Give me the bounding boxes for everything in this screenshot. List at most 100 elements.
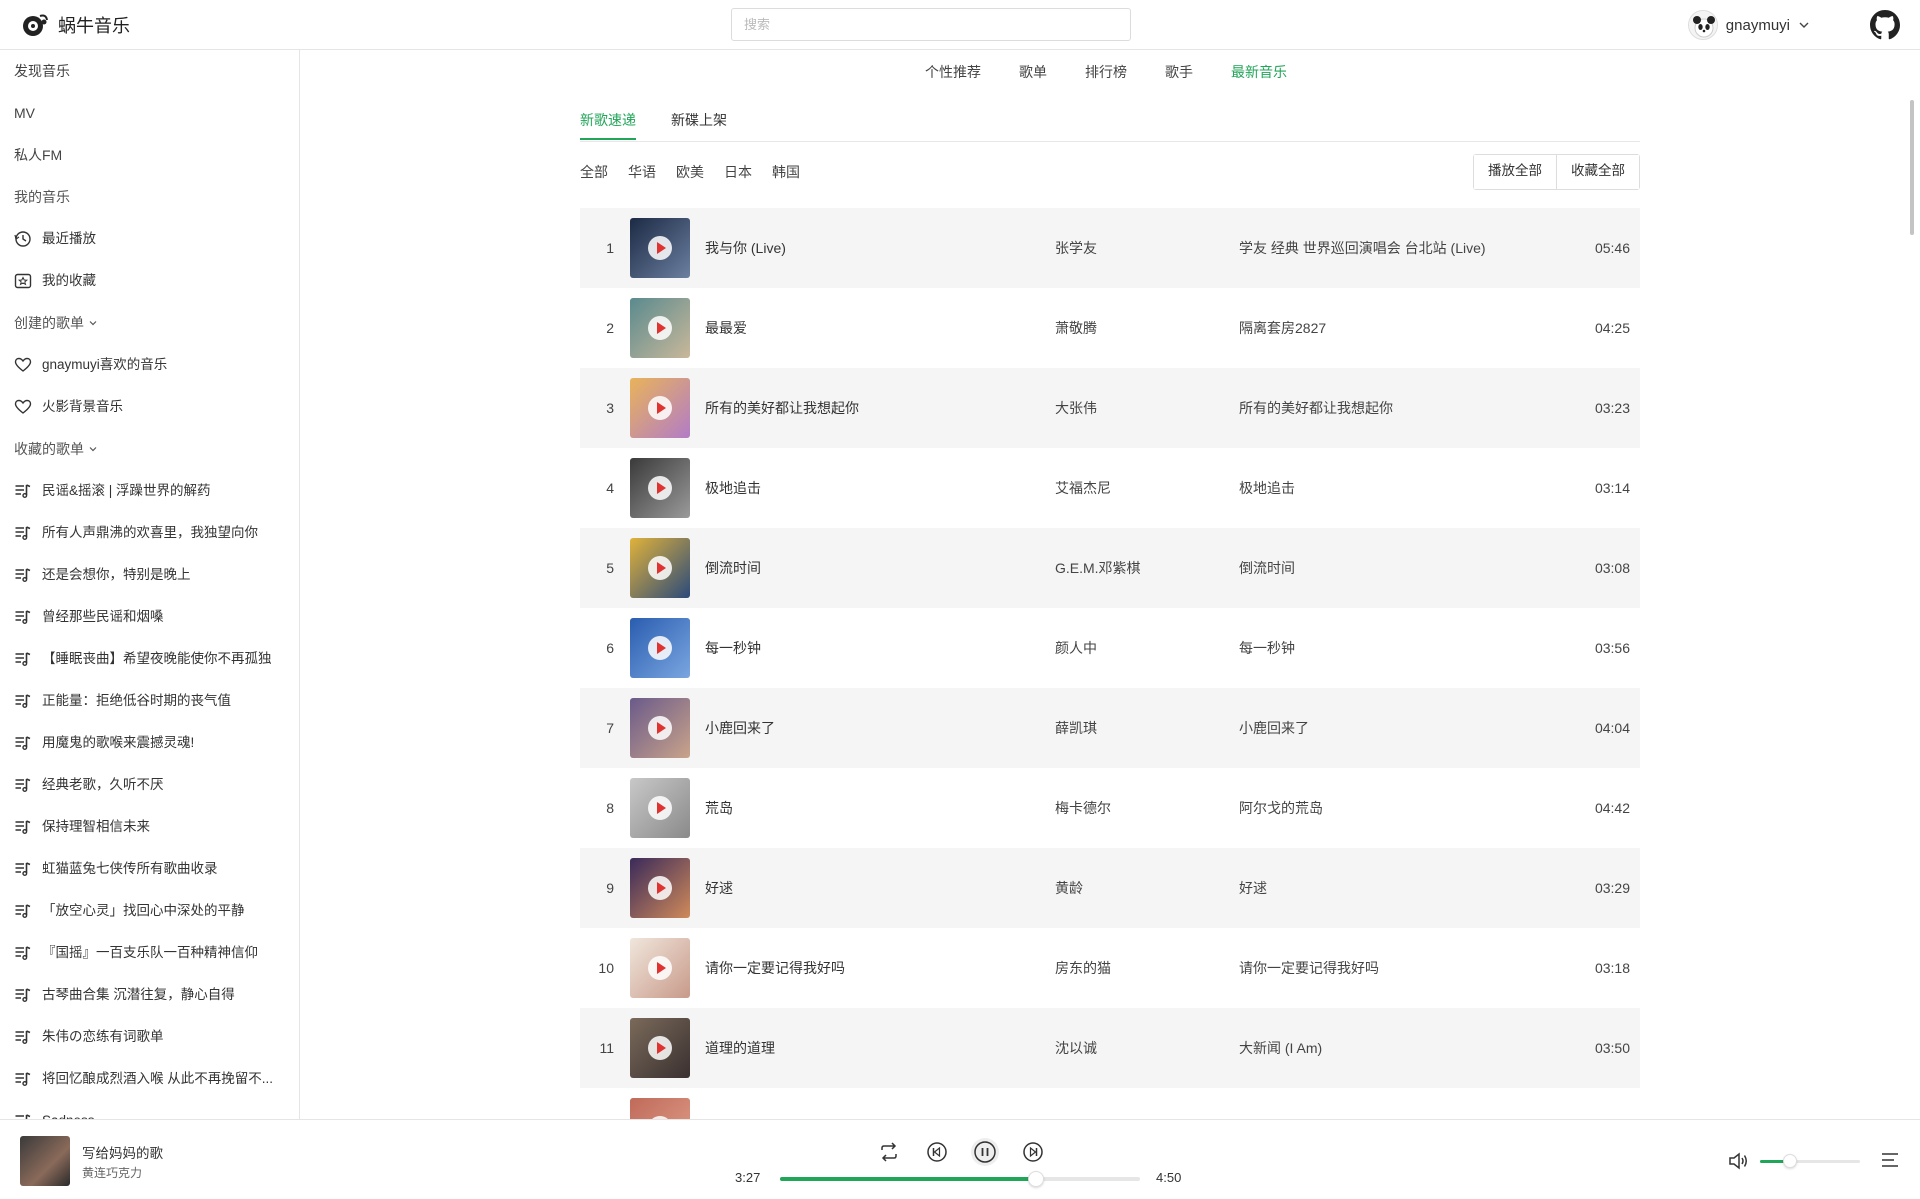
region-all[interactable]: 全部 [580,162,608,182]
song-artist[interactable]: 艾福杰尼 [1055,448,1111,528]
album-cover[interactable] [630,938,690,998]
album-cover[interactable] [630,698,690,758]
region-japan[interactable]: 日本 [724,162,752,182]
volume-icon[interactable] [1727,1150,1749,1172]
progress-slider[interactable] [780,1171,1140,1187]
tab-new-albums[interactable]: 新碟上架 [671,110,727,138]
sidebar-item-playlist[interactable]: 用魔鬼的歌喉来震撼灵魂! [14,722,286,764]
sidebar-item-favorites[interactable]: 我的收藏 [14,260,286,302]
tab-charts[interactable]: 排行榜 [1085,62,1127,82]
song-album[interactable]: 学友 经典 世界巡回演唱会 台北站 (Live) [1239,208,1486,288]
tab-recommend[interactable]: 个性推荐 [925,62,981,82]
song-name[interactable]: 好逑 [705,848,733,928]
sidebar-item-playlist[interactable]: 将回忆酿成烈酒入喉 从此不再挽留不... [14,1058,286,1100]
song-name[interactable]: 请你一定要记得我好吗 [705,928,845,1008]
collect-all-button[interactable]: 收藏全部 [1556,155,1639,189]
progress-handle[interactable] [1027,1171,1044,1187]
previous-button[interactable] [923,1138,951,1166]
song-row[interactable]: 7 小鹿回来了 薛凯琪 小鹿回来了 04:04 [580,688,1640,768]
song-row[interactable]: 6 每一秒钟 颜人中 每一秒钟 03:56 [580,608,1640,688]
sidebar-item-playlist[interactable]: 「放空心灵」找回心中深处的平静 [14,890,286,932]
song-album[interactable]: 倒流时间 [1239,528,1295,608]
sidebar-item-playlist[interactable]: 『国摇』一百支乐队一百种精神信仰 [14,932,286,974]
tab-playlists[interactable]: 歌单 [1019,62,1047,82]
sidebar-item-fm[interactable]: 私人FM [14,134,286,176]
app-logo[interactable]: 蜗牛音乐 [20,10,130,40]
sidebar-item-recent[interactable]: 最近播放 [14,218,286,260]
play-icon[interactable] [648,556,672,580]
song-artist[interactable]: 大张伟 [1055,368,1097,448]
region-western[interactable]: 欧美 [676,162,704,182]
pause-button[interactable] [971,1138,999,1166]
song-row[interactable] [580,1088,1640,1120]
play-icon[interactable] [648,1036,672,1060]
song-album[interactable]: 阿尔戈的荒岛 [1239,768,1323,848]
song-row[interactable]: 2 最最爱 萧敬腾 隔离套房2827 04:25 [580,288,1640,368]
song-name[interactable]: 最最爱 [705,288,747,368]
song-row[interactable]: 9 好逑 黄龄 好逑 03:29 [580,848,1640,928]
song-name[interactable]: 每一秒钟 [705,608,761,688]
song-album[interactable]: 隔离套房2827 [1239,288,1326,368]
album-cover[interactable] [630,378,690,438]
song-artist[interactable]: 沈以诚 [1055,1008,1097,1088]
song-name[interactable]: 倒流时间 [705,528,761,608]
song-artist[interactable]: 房东的猫 [1055,928,1111,1008]
play-icon[interactable] [648,476,672,500]
playlist-icon[interactable] [1880,1150,1900,1170]
sidebar-item-playlist[interactable]: gnaymuyi喜欢的音乐 [14,344,286,386]
chevron-down-icon[interactable] [1798,19,1810,31]
song-row[interactable]: 8 荒岛 梅卡德尔 阿尔戈的荒岛 04:42 [580,768,1640,848]
song-row[interactable]: 3 所有的美好都让我想起你 大张伟 所有的美好都让我想起你 03:23 [580,368,1640,448]
tab-artists[interactable]: 歌手 [1165,62,1193,82]
sidebar-item-playlist[interactable]: 【睡眠丧曲】希望夜晚能使你不再孤独 [14,638,286,680]
song-album[interactable]: 极地追击 [1239,448,1295,528]
album-cover[interactable] [630,298,690,358]
sidebar-item-playlist[interactable]: 朱伟の恋练有词歌单 [14,1016,286,1058]
song-album[interactable]: 每一秒钟 [1239,608,1295,688]
now-playing-artist[interactable]: 黄连巧克力 [82,1164,142,1181]
song-row[interactable]: 4 极地追击 艾福杰尼 极地追击 03:14 [580,448,1640,528]
sidebar-item-playlist[interactable]: 虹猫蓝兔七侠传所有歌曲收录 [14,848,286,890]
avatar[interactable] [1687,10,1718,40]
song-row[interactable]: 1 我与你 (Live) 张学友 学友 经典 世界巡回演唱会 台北站 (Live) 05… [580,208,1640,288]
album-cover[interactable] [630,218,690,278]
sidebar-item-playlist[interactable]: 曾经那些民谣和烟嗓 [14,596,286,638]
sidebar-item-mv[interactable]: MV [14,92,286,134]
song-row[interactable]: 10 请你一定要记得我好吗 房东的猫 请你一定要记得我好吗 03:18 [580,928,1640,1008]
song-album[interactable]: 小鹿回来了 [1239,688,1309,768]
sidebar-item-playlist[interactable]: 古琴曲合集 沉潜往复，静心自得 [14,974,286,1016]
sidebar-item-playlist[interactable]: 还是会想你，特别是晚上 [14,554,286,596]
album-cover[interactable] [630,1018,690,1078]
sidebar-item-playlist[interactable]: Sadness [14,1100,286,1119]
region-korea[interactable]: 韩国 [772,162,800,182]
song-row[interactable]: 11 道理的道理 沈以诚 大新闻 (I Am) 03:50 [580,1008,1640,1088]
play-icon[interactable] [648,396,672,420]
song-artist[interactable]: 颜人中 [1055,608,1097,688]
username[interactable]: gnaymuyi [1726,17,1790,34]
song-artist[interactable]: 黄龄 [1055,848,1083,928]
sidebar-section-created[interactable]: 创建的歌单 [14,302,286,344]
play-icon[interactable] [648,316,672,340]
song-artist[interactable]: 薛凯琪 [1055,688,1097,768]
play-icon[interactable] [648,716,672,740]
sidebar-section-collected[interactable]: 收藏的歌单 [14,428,286,470]
album-cover[interactable] [630,1098,690,1120]
sidebar-item-playlist[interactable]: 民谣&摇滚 | 浮躁世界的解药 [14,470,286,512]
play-all-button[interactable]: 播放全部 [1474,155,1556,189]
sidebar-item-playlist[interactable]: 所有人声鼎沸的欢喜里，我独望向你 [14,512,286,554]
sidebar-item-discover[interactable]: 发现音乐 [14,50,286,92]
tab-new-songs[interactable]: 新歌速递 [580,110,636,140]
song-name[interactable]: 所有的美好都让我想起你 [705,368,859,448]
sidebar-item-playlist[interactable]: 正能量：拒绝低谷时期的丧气值 [14,680,286,722]
album-cover[interactable] [630,618,690,678]
volume-slider[interactable] [1760,1154,1860,1168]
now-playing-cover[interactable] [20,1136,70,1186]
song-album[interactable]: 所有的美好都让我想起你 [1239,368,1393,448]
now-playing-title[interactable]: 写给妈妈的歌 [82,1142,163,1162]
scrollbar[interactable] [1910,100,1914,235]
song-name[interactable]: 我与你 (Live) [705,208,786,288]
play-icon[interactable] [648,636,672,660]
album-cover[interactable] [630,778,690,838]
tab-new-music[interactable]: 最新音乐 [1231,62,1287,82]
play-icon[interactable] [648,956,672,980]
